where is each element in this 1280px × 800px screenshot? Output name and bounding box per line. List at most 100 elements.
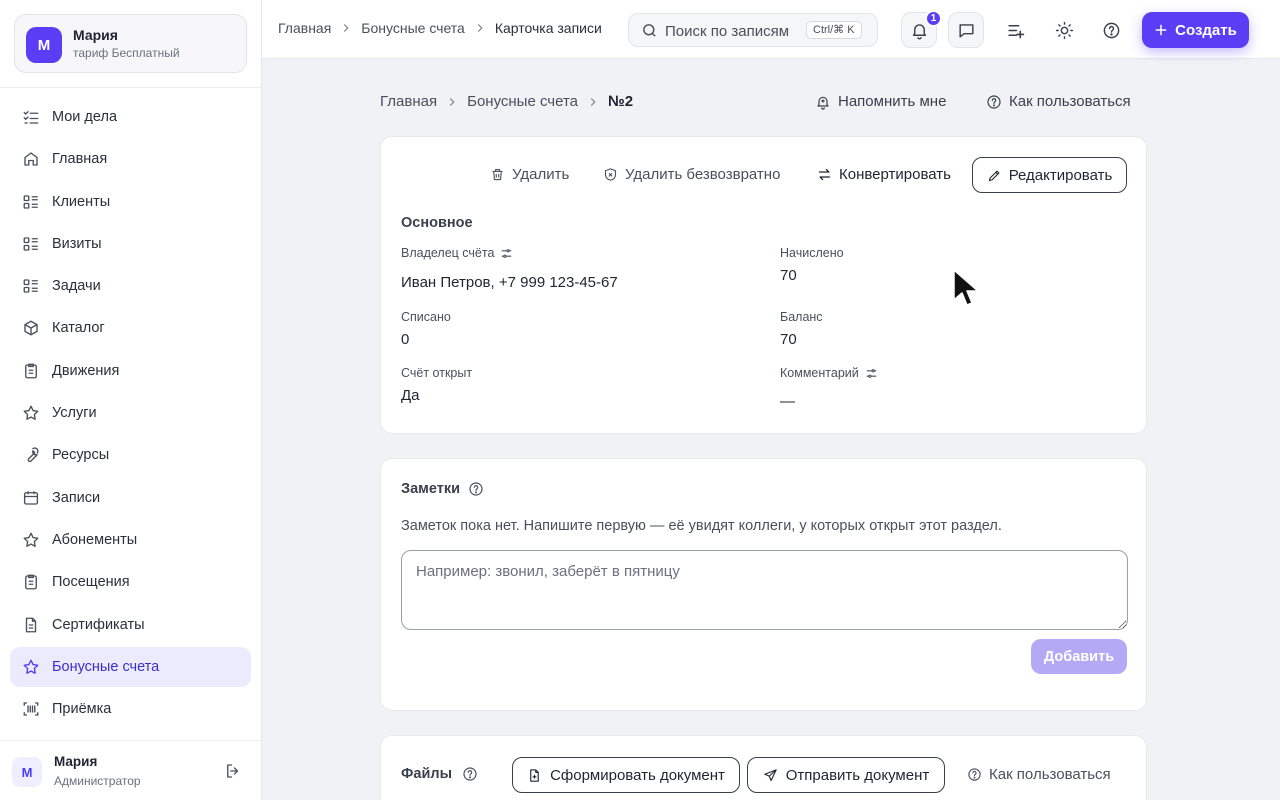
list-icon: [23, 194, 38, 209]
user-panel: М Мария Администратор: [0, 740, 261, 800]
files-how-to-use-label: Как пользоваться: [989, 766, 1111, 783]
notifications-button[interactable]: 1: [901, 10, 942, 48]
sidebar-item-home[interactable]: Главная: [10, 139, 251, 179]
written-off-value: 0: [401, 331, 410, 348]
add-note-button[interactable]: Добавить: [1031, 639, 1127, 674]
chat-icon: [958, 23, 974, 38]
account-avatar: М: [26, 27, 62, 63]
search-box[interactable]: Ctrl/⌘ K: [628, 13, 878, 47]
page-breadcrumb-bonus-accounts[interactable]: Бонусные счета: [467, 93, 578, 110]
help-icon[interactable]: [468, 481, 484, 497]
how-to-use-link[interactable]: Как пользоваться: [986, 93, 1131, 110]
help-icon[interactable]: [462, 766, 478, 782]
notes-card: Заметки Заметок пока нет. Напишите перву…: [380, 458, 1147, 711]
sidebar-item-certificates[interactable]: Сертификаты: [10, 605, 251, 645]
remind-me-button[interactable]: Напомнить мне: [815, 93, 946, 110]
opened-label: Счёт открыт: [401, 366, 473, 380]
comment-label: Комментарий: [780, 366, 878, 380]
breadcrumb-bonus-accounts[interactable]: Бонусные счета: [361, 20, 465, 36]
filter-settings-icon[interactable]: [865, 367, 878, 380]
notes-empty-text: Заметок пока нет. Напишите первую — её у…: [401, 518, 1002, 534]
arrows-swap-icon: [818, 168, 831, 181]
star-icon: [23, 405, 39, 420]
sun-icon: [1055, 21, 1073, 39]
add-task-button[interactable]: [997, 12, 1033, 48]
filter-settings-icon[interactable]: [500, 247, 513, 260]
user-name: Мария: [54, 754, 98, 769]
delete-label: Удалить: [512, 166, 570, 183]
chevron-right-icon: [477, 24, 483, 32]
page-breadcrumb-home[interactable]: Главная: [380, 93, 437, 110]
convert-label: Конвертировать: [839, 166, 951, 183]
page-breadcrumb: Главная Бонусные счета №2: [380, 93, 633, 110]
chevron-right-icon: [590, 97, 596, 106]
account-name: Мария: [73, 27, 118, 43]
comment-label-text: Комментарий: [780, 366, 859, 380]
delete-forever-button[interactable]: Удалить безвозвратно: [603, 166, 780, 183]
breadcrumb-home[interactable]: Главная: [278, 20, 331, 36]
sidebar-item-clients[interactable]: Клиенты: [10, 182, 251, 222]
page-title: №2: [608, 93, 634, 110]
note-textarea[interactable]: [401, 550, 1128, 630]
chevron-right-icon: [449, 97, 455, 106]
theme-toggle[interactable]: [1046, 12, 1082, 48]
home-icon: [24, 152, 38, 166]
messages-button[interactable]: [948, 12, 984, 48]
delete-button[interactable]: Удалить: [490, 166, 569, 183]
logout-icon[interactable]: [224, 762, 242, 780]
sidebar-nav: Мои дела Главная Клиенты Визиты Задачи К…: [10, 97, 251, 731]
box-icon: [24, 321, 38, 336]
chevron-right-icon: [344, 24, 349, 32]
send-document-button[interactable]: Отправить документ: [747, 757, 945, 793]
sidebar-item-bonus-accounts[interactable]: Бонусные счета: [10, 646, 251, 687]
sidebar-item-label: Движения: [52, 362, 120, 379]
document-icon: [25, 617, 37, 632]
section-title: Основное: [401, 215, 473, 231]
plus-icon: [1155, 24, 1167, 36]
owner-value[interactable]: Иван Петров, +7 999 123-45-67: [401, 274, 618, 291]
opened-value: Да: [401, 387, 420, 404]
sidebar-item-label: Абонементы: [52, 531, 138, 548]
user-avatar: М: [12, 757, 42, 787]
account-switcher[interactable]: М Мария тариф Бесплатный: [14, 14, 247, 73]
search-input[interactable]: [665, 21, 795, 41]
sidebar-item-bookings[interactable]: Записи: [10, 478, 251, 518]
user-role: Администратор: [54, 774, 141, 788]
convert-button[interactable]: Конвертировать: [817, 166, 951, 183]
sidebar-item-catalog[interactable]: Каталог: [10, 308, 251, 348]
breadcrumb-current: Карточка записи: [494, 20, 602, 36]
files-card: Файлы Сформировать документ Отправить до…: [380, 735, 1147, 800]
topbar-breadcrumb: Главная Бонусные счета Карточка записи: [278, 20, 602, 36]
topbar: Главная Бонусные счета Карточка записи C…: [262, 0, 1280, 59]
sidebar-item-label: Бонусные счета: [52, 658, 160, 675]
owner-label: Владелец счёта: [401, 246, 513, 260]
notes-title-text: Заметки: [401, 481, 461, 497]
sidebar-item-services[interactable]: Услуги: [10, 393, 251, 433]
sidebar-item-visits[interactable]: Визиты: [10, 224, 251, 264]
generate-document-button[interactable]: Сформировать документ: [512, 757, 740, 793]
notification-badge: 1: [925, 10, 942, 27]
edit-button[interactable]: Редактировать: [972, 157, 1127, 193]
help-button[interactable]: [1093, 12, 1129, 48]
list-icon: [23, 279, 38, 293]
balance-label: Баланс: [780, 310, 823, 324]
account-plan: тариф Бесплатный: [73, 46, 180, 60]
sidebar: М Мария тариф Бесплатный Мои дела Главна…: [0, 0, 262, 800]
create-button[interactable]: Создать: [1142, 12, 1249, 48]
sidebar-item-tasks[interactable]: Задачи: [10, 266, 251, 306]
sidebar-item-label: Клиенты: [52, 193, 111, 210]
bell-plus-icon: [817, 96, 829, 110]
sidebar-item-receiving[interactable]: Приёмка: [10, 689, 251, 729]
sidebar-item-subscriptions[interactable]: Абонементы: [10, 520, 251, 560]
balance-value: 70: [780, 331, 797, 348]
list-add-icon: [1007, 24, 1024, 38]
sidebar-item-attendance[interactable]: Посещения: [10, 562, 251, 602]
sidebar-divider: [0, 87, 261, 88]
sidebar-item-movements[interactable]: Движения: [10, 351, 251, 391]
files-how-to-use-link[interactable]: Как пользоваться: [967, 766, 1111, 783]
sidebar-item-resources[interactable]: Ресурсы: [10, 435, 251, 475]
sidebar-item-my-tasks[interactable]: Мои дела: [10, 97, 251, 137]
sidebar-item-label: Каталог: [52, 320, 105, 337]
notes-title: Заметки: [401, 481, 484, 497]
wrench-icon: [27, 447, 39, 463]
